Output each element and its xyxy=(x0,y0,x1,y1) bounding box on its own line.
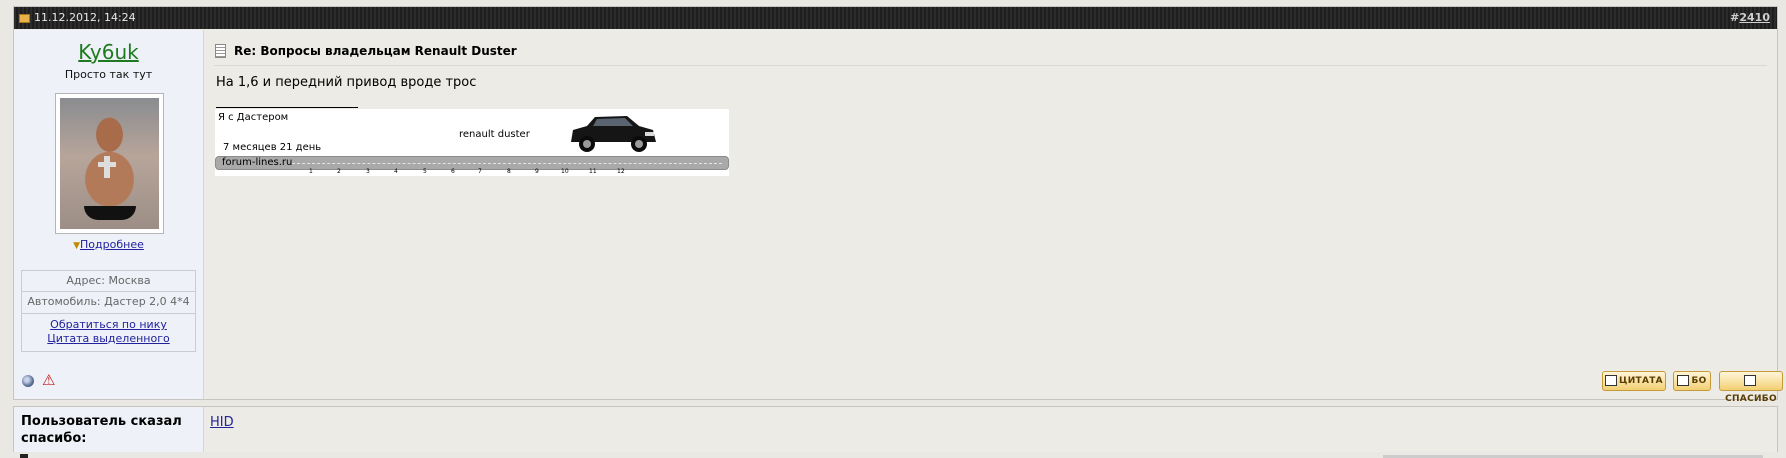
month-tick: 9 xyxy=(535,168,539,175)
avatar-detail xyxy=(98,162,116,167)
online-status-icon xyxy=(22,375,34,387)
avatar-image xyxy=(60,98,159,229)
user-actions: Обратиться по нику Цитата выделенного xyxy=(21,314,196,352)
month-tick: 4 xyxy=(394,168,398,175)
avatar-detail xyxy=(104,156,110,178)
quote-button[interactable]: ЦИТАТА xyxy=(1602,371,1666,391)
chevron-down-icon: ▼ xyxy=(73,241,81,251)
banner-car-label: renault duster xyxy=(459,129,530,140)
plus-icon xyxy=(1677,375,1690,386)
post-date-icon xyxy=(19,14,30,23)
quote-icon xyxy=(1605,375,1618,386)
user-more-info: ▼Подробнее xyxy=(14,238,203,251)
avatar[interactable] xyxy=(55,93,164,234)
thanks-button[interactable]: СПАСИБО xyxy=(1719,371,1783,404)
thanks-label-cell: Пользователь сказал спасибо: xyxy=(14,407,204,452)
banner-month-ticks: 1 2 3 4 5 6 7 8 9 10 11 12 xyxy=(215,168,729,176)
username-link[interactable]: Ky6uk xyxy=(14,40,203,64)
user-title: Просто так тут xyxy=(64,68,153,81)
banner-progress-bar: forum-lines.ru xyxy=(215,156,729,170)
post-date: 11.12.2012, 14:24 xyxy=(34,11,136,24)
thanks-label: Пользователь сказал спасибо: xyxy=(21,414,182,446)
month-tick: 6 xyxy=(451,168,455,175)
quote-selected-link[interactable]: Цитата выделенного xyxy=(47,332,169,345)
report-warning-icon[interactable]: ⚠ xyxy=(42,373,58,388)
month-tick: 11 xyxy=(589,168,597,175)
bottom-strip xyxy=(0,452,1786,458)
banner-site: forum-lines.ru xyxy=(222,157,293,168)
user-info-column: Ky6uk Просто так тут ▼Подробнее Адрес: М… xyxy=(14,30,204,399)
avatar-detail xyxy=(84,206,136,220)
thanks-user-link[interactable]: HID xyxy=(210,415,234,430)
more-info-link[interactable]: Подробнее xyxy=(80,238,144,251)
thanks-row: Пользователь сказал спасибо: HID xyxy=(13,406,1778,453)
bo-button[interactable]: БО xyxy=(1673,371,1711,391)
month-tick: 12 xyxy=(617,168,625,175)
user-car: Автомобиль: Дастер 2,0 4*4 xyxy=(21,292,196,314)
month-tick: 8 xyxy=(507,168,511,175)
month-tick: 5 xyxy=(423,168,427,175)
address-by-nick-link[interactable]: Обратиться по нику xyxy=(50,318,167,331)
post-message: На 1,6 и передний привод вроде трос xyxy=(216,75,477,90)
bottom-marker xyxy=(20,454,28,458)
month-tick: 1 xyxy=(309,168,313,175)
car-image xyxy=(571,116,656,152)
banner-time-owned: 7 месяцев 21 день xyxy=(223,142,322,153)
thanks-icon xyxy=(1744,375,1756,386)
post-number-link[interactable]: 2410 xyxy=(1739,11,1770,24)
signature-divider xyxy=(216,107,358,108)
month-tick: 7 xyxy=(478,168,482,175)
signature-banner[interactable]: Я с Дастером renault duster 7 месяцев 21… xyxy=(215,109,729,176)
post-number: #2410 xyxy=(1730,11,1770,24)
post-title-icon xyxy=(215,44,226,58)
month-tick: 10 xyxy=(561,168,569,175)
divider xyxy=(214,65,1767,66)
post-header: 11.12.2012, 14:24 #2410 xyxy=(14,7,1777,29)
post-content: Re: Вопросы владельцам Renault Duster На… xyxy=(204,30,1777,399)
month-tick: 3 xyxy=(366,168,370,175)
banner-caption: Я с Дастером xyxy=(218,112,289,123)
banner-track xyxy=(292,163,722,164)
post-title: Re: Вопросы владельцам Renault Duster xyxy=(234,44,517,58)
post: 11.12.2012, 14:24 #2410 Ky6uk Просто так… xyxy=(13,6,1783,404)
user-address: Адрес: Москва xyxy=(21,270,196,292)
month-tick: 2 xyxy=(337,168,341,175)
